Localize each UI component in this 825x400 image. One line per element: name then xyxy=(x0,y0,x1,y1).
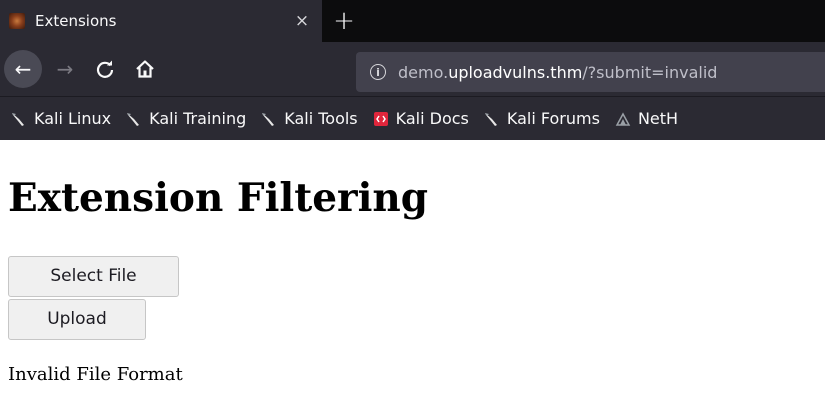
bookmark-label: Kali Docs xyxy=(395,109,469,128)
kali-dragon-icon xyxy=(484,112,497,126)
bookmark-label: NetH xyxy=(637,109,679,128)
bookmark-nethunter[interactable]: NetH xyxy=(614,109,678,128)
bookmark-kali-tools[interactable]: Kali Tools xyxy=(260,109,358,128)
url-domain: uploadvulns.thm xyxy=(448,62,583,82)
page-title: Extension Filtering xyxy=(8,175,429,221)
favicon-icon xyxy=(9,13,25,29)
back-arrow-icon: ← xyxy=(14,57,32,81)
bookmarks-bar: Kali Linux Kali Training Kali Tools Kali… xyxy=(0,96,825,140)
url-path: /?submit=invalid xyxy=(582,62,718,82)
home-icon xyxy=(136,60,154,78)
bookmark-label: Kali Linux xyxy=(34,109,112,128)
bookmark-kali-docs[interactable]: Kali Docs xyxy=(372,109,469,128)
bookmark-kali-training[interactable]: Kali Training xyxy=(125,109,246,128)
bookmark-kali-forums[interactable]: Kali Forums xyxy=(483,109,600,128)
kali-dragon-icon xyxy=(262,112,275,126)
reload-button[interactable] xyxy=(88,52,122,86)
forward-arrow-icon: → xyxy=(56,57,74,81)
info-icon[interactable]: i xyxy=(370,64,386,80)
bookmark-label: Kali Tools xyxy=(284,109,358,128)
forward-button[interactable]: → xyxy=(48,52,82,86)
tab-strip: Extensions × + xyxy=(0,0,825,42)
upload-button[interactable]: Upload xyxy=(8,299,146,340)
page-content: Extension Filtering Select File Upload I… xyxy=(0,140,825,385)
select-file-button[interactable]: Select File xyxy=(8,256,179,297)
kali-docs-icon xyxy=(373,111,388,126)
bookmark-kali-linux[interactable]: Kali Linux xyxy=(10,109,111,128)
home-button[interactable] xyxy=(128,52,162,86)
url-bar[interactable]: i demo. uploadvulns.thm/?submit=invalid xyxy=(356,52,825,92)
kali-dragon-icon xyxy=(12,112,24,126)
status-message: Invalid File Format xyxy=(8,364,183,385)
back-button[interactable]: ← xyxy=(4,50,42,88)
kali-dragon-icon xyxy=(127,112,140,126)
tab-extensions[interactable]: Extensions × xyxy=(0,0,322,42)
new-tab-button[interactable]: + xyxy=(322,0,366,42)
close-icon[interactable]: × xyxy=(292,11,312,31)
url-prefix: demo. xyxy=(398,62,449,82)
bookmark-label: Kali Forums xyxy=(506,109,600,128)
nethunter-icon xyxy=(615,111,631,126)
reload-icon xyxy=(96,60,114,78)
bookmark-label: Kali Training xyxy=(149,109,247,128)
browser-chrome: Extensions × + ← → i demo. uploadvulns.t… xyxy=(0,0,825,140)
tab-title: Extensions xyxy=(35,12,117,30)
